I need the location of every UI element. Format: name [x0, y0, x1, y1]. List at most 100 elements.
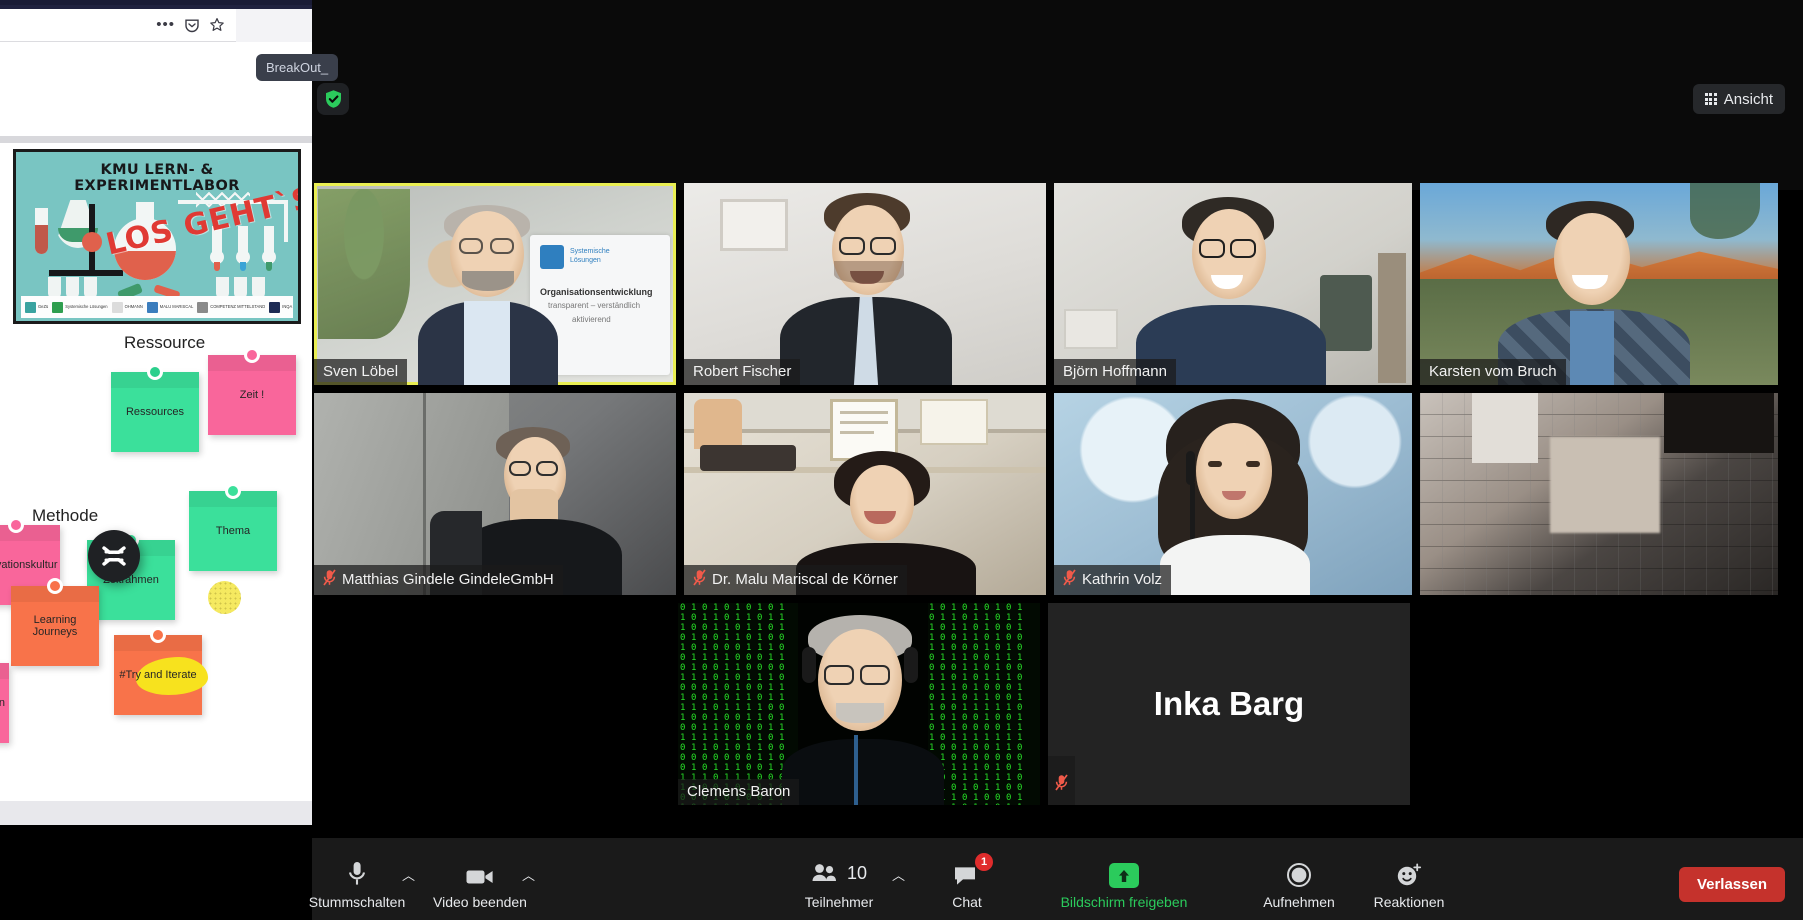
microphone-icon — [347, 858, 367, 888]
video-tile-karsten-vom-bruch[interactable]: Karsten vom Bruch — [1420, 183, 1778, 385]
record-button[interactable]: Aufnehmen — [1244, 858, 1354, 910]
participants-button-label: Teilnehmer — [804, 894, 874, 910]
desktop-background-bottom-left — [0, 825, 312, 920]
video-grid-row: Systemische Lösungen Organisationsentwick… — [314, 183, 1778, 385]
participants-count: 10 — [846, 863, 868, 883]
chat-bubble-icon: 1 — [953, 853, 993, 888]
mic-muted-icon — [693, 569, 706, 590]
view-button[interactable]: Ansicht — [1692, 84, 1785, 114]
logo-item: INQA ARBEITSQUALITÄT — [269, 301, 293, 313]
stop-video-button[interactable]: Video beenden — [430, 858, 530, 910]
sticky-note[interactable]: Ressources — [111, 364, 199, 452]
sticky-note-text: Zeit ! — [239, 389, 265, 401]
participant-name-label: Dr. Malu Mariscal de Körner — [684, 565, 907, 595]
breakout-tooltip: BreakOut_ — [256, 54, 339, 81]
participant-name: Dr. Malu Mariscal de Körner — [712, 571, 898, 588]
video-tile-clemens-baron[interactable]: 0110100101110100011010010110 10010111001… — [678, 603, 1040, 805]
sticky-note[interactable]: Thema — [189, 483, 277, 571]
video-tile-inka-barg[interactable]: Inka Barg — [1048, 603, 1410, 805]
view-button-label: Ansicht — [1723, 90, 1773, 108]
pocket-icon[interactable] — [184, 17, 200, 33]
share-screen-button[interactable]: Bildschirm freigeben — [1024, 858, 1224, 910]
test-tube-illustration — [35, 208, 48, 254]
sticky-note-text: Ressources — [125, 406, 185, 418]
mute-button-label: Stummschalten — [308, 894, 406, 910]
participant-name: Sven Löbel — [323, 363, 399, 380]
people-icon: 10 — [811, 858, 867, 888]
sticky-note[interactable]: en — [0, 663, 9, 743]
kmu-lab-banner-image: KMU LERN- & EXPERIMENTLABOR LOS GEHT`S G… — [13, 149, 301, 324]
smiley-plus-icon — [1395, 858, 1423, 888]
shield-check-icon[interactable] — [317, 83, 349, 115]
participants-button[interactable]: 10 Teilnehmer — [794, 858, 884, 910]
sponsor-logo-strip: GeZü Systemische Lösungen OHMANN MALU MA… — [21, 296, 293, 318]
logo-item: Systemische Lösungen — [52, 301, 108, 313]
participant-name: Matthias Gindele GindeleGmbH — [342, 571, 554, 588]
share-arrow-up-icon — [1109, 858, 1139, 888]
browser-divider — [0, 136, 312, 143]
mute-button[interactable]: Stummschalten — [308, 858, 406, 910]
participant-name-placeholder: Inka Barg — [1153, 685, 1305, 722]
video-grid-row: Matthias Gindele GindeleGmbH Dr. Malu Ma… — [314, 393, 1778, 595]
mute-options-chevron-up-icon[interactable]: ︿ — [402, 865, 415, 884]
chat-button[interactable]: 1 Chat — [932, 853, 1002, 910]
dropper-tip-2 — [240, 262, 246, 271]
logo-item: COMPETENZ MITTELSTAND — [197, 301, 265, 313]
chat-unread-badge: 1 — [975, 853, 993, 871]
sticky-note-text: en — [0, 697, 5, 709]
browser-titlebar-shadow — [0, 0, 312, 5]
participant-name: Kathrin Volz — [1082, 571, 1163, 588]
sticky-note[interactable]: #Try and Iterate — [114, 627, 208, 715]
logo-item: MALU MARISCAL — [146, 301, 193, 313]
video-tile-malu-mariscal[interactable]: Dr. Malu Mariscal de Körner — [684, 393, 1046, 595]
shuffle-icon[interactable] — [88, 530, 140, 582]
ellipsis-icon[interactable]: ••• — [156, 17, 175, 32]
mic-muted-badge — [1048, 756, 1075, 805]
flask-knob-illustration — [82, 232, 102, 252]
zoom-meeting-window: Ansicht Systemische Lösungen Organisation… — [308, 0, 1803, 920]
video-grid: Systemische Lösungen Organisationsentwick… — [312, 183, 1803, 838]
participant-name-label: Björn Hoffmann — [1054, 359, 1176, 385]
mic-muted-icon — [1063, 569, 1076, 590]
logo-item: GeZü — [25, 301, 48, 313]
dotted-circle-sticker[interactable] — [208, 581, 241, 614]
sticky-note[interactable]: Zeit ! — [208, 347, 296, 435]
participants-options-chevron-up-icon[interactable]: ︿ — [892, 865, 905, 884]
zoom-toolbar: Stummschalten ︿ Video beenden ︿ 10 Teiln… — [308, 838, 1803, 920]
video-tile-matthias-gindele[interactable]: Matthias Gindele GindeleGmbH — [314, 393, 676, 595]
participant-name: Björn Hoffmann — [1063, 363, 1167, 380]
screen-root: ••• KMU LERN- & EXPERIMENTLABOR LOS GEHT… — [0, 0, 1803, 920]
mic-muted-icon — [1055, 761, 1068, 799]
share-screen-button-label: Bildschirm freigeben — [1060, 894, 1188, 910]
address-bar[interactable]: ••• — [0, 9, 236, 42]
video-tile-robert-fischer[interactable]: Robert Fischer — [684, 183, 1046, 385]
grid-icon — [1704, 93, 1717, 105]
chat-button-label: Chat — [952, 894, 982, 910]
participant-name-label — [1420, 586, 1438, 595]
board-label-methode: Methode — [32, 506, 99, 525]
logo-item: OHMANN — [111, 301, 143, 313]
star-icon[interactable] — [209, 17, 225, 33]
leave-meeting-button[interactable]: Verlassen — [1678, 867, 1785, 902]
participant-name-label: Matthias Gindele GindeleGmbH — [314, 565, 563, 595]
browser-page-content: KMU LERN- & EXPERIMENTLABOR LOS GEHT`S G… — [0, 143, 312, 825]
participant-name-label: Robert Fischer — [684, 359, 801, 385]
video-tile-kathrin-volz[interactable]: Kathrin Volz — [1054, 393, 1412, 595]
sticky-note[interactable]: Learning Journeys — [11, 578, 99, 666]
stop-video-button-label: Video beenden — [433, 894, 527, 910]
video-tile-pixelated-unnamed[interactable] — [1420, 393, 1778, 595]
video-tile-sven-lobel[interactable]: Systemische Lösungen Organisationsentwick… — [314, 183, 676, 385]
participant-name: Robert Fischer — [693, 363, 792, 380]
sticky-note-text: #Try and Iterate — [119, 669, 197, 681]
record-button-label: Aufnehmen — [1263, 894, 1335, 910]
flask-stand-illustration — [49, 270, 123, 276]
banner-title: KMU LERN- & EXPERIMENTLABOR — [74, 162, 240, 194]
participant-name-label: Kathrin Volz — [1054, 565, 1172, 595]
video-tile-bjoern-hoffmann[interactable]: Björn Hoffmann — [1054, 183, 1412, 385]
video-grid-row: 0110100101110100011010010110 10010111001… — [678, 603, 1410, 805]
reactions-button[interactable]: Reaktionen — [1354, 858, 1464, 910]
reactions-button-label: Reaktionen — [1373, 894, 1445, 910]
zoom-header-bar: Ansicht — [312, 0, 1803, 190]
sticky-note-board[interactable]: Ressource Methode Ressources Zeit ! Them… — [0, 333, 312, 825]
video-options-chevron-up-icon[interactable]: ︿ — [522, 865, 535, 884]
